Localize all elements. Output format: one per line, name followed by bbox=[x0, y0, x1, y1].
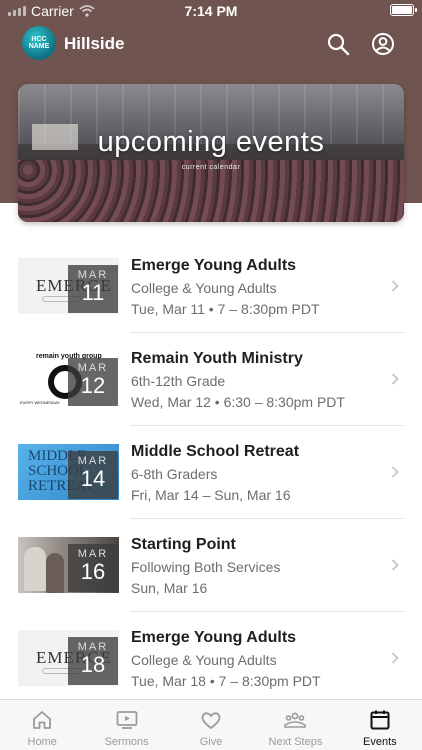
tab-events[interactable]: Events bbox=[338, 700, 422, 750]
event-subtitle: College & Young Adults bbox=[131, 652, 277, 668]
tab-label: Home bbox=[27, 736, 57, 748]
event-title: Starting Point bbox=[131, 536, 236, 553]
date-badge: MAR 12 bbox=[68, 358, 118, 406]
event-time: Sun, Mar 16 bbox=[131, 580, 208, 596]
heart-icon bbox=[201, 712, 221, 729]
event-thumbnail: MAR 16 bbox=[18, 537, 119, 593]
event-item-remain-12[interactable]: remain youth group EVERY WEDNESDAY MAR 1… bbox=[0, 333, 422, 426]
event-time: Tue, Mar 11 • 7 – 8:30pm PDT bbox=[131, 301, 320, 317]
home-icon bbox=[33, 711, 52, 729]
event-item-emerge-18[interactable]: EMERGE MAR 18 Emerge Young Adults Colleg… bbox=[0, 612, 422, 705]
event-time: Wed, Mar 12 • 6:30 – 8:30pm PDT bbox=[131, 394, 345, 410]
date-badge: MAR 16 bbox=[68, 544, 118, 592]
event-subtitle: Following Both Services bbox=[131, 559, 281, 575]
event-title: Emerge Young Adults bbox=[131, 629, 297, 646]
profile-icon[interactable] bbox=[371, 32, 395, 56]
tab-bar: Home Sermons Give Next Steps Events bbox=[0, 699, 422, 750]
event-subtitle: College & Young Adults bbox=[131, 280, 277, 296]
date-badge: MAR 11 bbox=[68, 265, 118, 313]
event-time: Tue, Mar 18 • 7 – 8:30pm PDT bbox=[131, 673, 321, 689]
tab-give[interactable]: Give bbox=[169, 700, 253, 750]
event-title: Middle School Retreat bbox=[131, 443, 300, 460]
church-logo[interactable]: HCC NAME bbox=[22, 26, 56, 60]
date-day: 14 bbox=[80, 466, 106, 491]
tab-label: Sermons bbox=[104, 736, 149, 748]
app-header: HCC NAME Hillside bbox=[0, 22, 422, 66]
date-day: 18 bbox=[80, 652, 106, 677]
event-item-starting-point-16[interactable]: MAR 16 Starting Point Following Both Ser… bbox=[0, 519, 422, 612]
chevron-right-icon bbox=[391, 652, 399, 664]
banner-title: upcoming events bbox=[97, 126, 325, 158]
event-thumbnail: EMERGE MAR 11 bbox=[18, 258, 119, 314]
upcoming-events-banner[interactable]: upcoming events current calendar bbox=[18, 84, 404, 222]
search-icon[interactable] bbox=[326, 32, 350, 56]
date-badge: MAR 18 bbox=[68, 637, 118, 685]
chevron-right-icon bbox=[391, 466, 399, 478]
date-day: 11 bbox=[81, 280, 105, 305]
event-thumbnail: remain youth group EVERY WEDNESDAY MAR 1… bbox=[18, 351, 119, 407]
banner-subtitle: current calendar bbox=[181, 164, 241, 171]
tab-label: Events bbox=[363, 736, 397, 748]
date-badge: MAR 14 bbox=[68, 451, 118, 499]
event-time: Fri, Mar 14 – Sun, Mar 16 bbox=[131, 487, 291, 503]
group-icon bbox=[284, 712, 307, 728]
chevron-right-icon bbox=[391, 280, 399, 292]
event-subtitle: 6th-12th Grade bbox=[131, 373, 226, 389]
tab-home[interactable]: Home bbox=[0, 700, 84, 750]
event-thumbnail: MIDDLE SCHOOL RETREAT MAR 14 bbox=[18, 444, 119, 500]
chevron-right-icon bbox=[391, 559, 399, 571]
event-title: Remain Youth Ministry bbox=[131, 350, 303, 367]
tab-label: Give bbox=[199, 736, 223, 748]
battery-icon bbox=[390, 4, 417, 16]
tab-sermons[interactable]: Sermons bbox=[84, 700, 168, 750]
date-day: 12 bbox=[80, 373, 106, 398]
thumbnail-text-bottom: EVERY WEDNESDAY bbox=[20, 400, 61, 405]
app-title: Hillside bbox=[64, 34, 125, 53]
event-list: EMERGE MAR 11 Emerge Young Adults Colleg… bbox=[0, 240, 422, 705]
tab-label: Next Steps bbox=[268, 736, 323, 748]
event-subtitle: 6-8th Graders bbox=[131, 466, 218, 482]
video-icon bbox=[116, 711, 138, 729]
event-item-emerge-11[interactable]: EMERGE MAR 11 Emerge Young Adults Colleg… bbox=[0, 240, 422, 333]
status-time: 7:14 PM bbox=[184, 3, 238, 19]
chevron-right-icon bbox=[391, 373, 399, 385]
date-day: 16 bbox=[80, 559, 106, 584]
event-thumbnail: EMERGE MAR 18 bbox=[18, 630, 119, 686]
status-bar: Carrier 7:14 PM bbox=[0, 0, 422, 22]
event-title: Emerge Young Adults bbox=[131, 257, 297, 274]
tab-next-steps[interactable]: Next Steps bbox=[253, 700, 337, 750]
event-item-retreat-14[interactable]: MIDDLE SCHOOL RETREAT MAR 14 Middle Scho… bbox=[0, 426, 422, 519]
calendar-icon bbox=[370, 710, 390, 730]
